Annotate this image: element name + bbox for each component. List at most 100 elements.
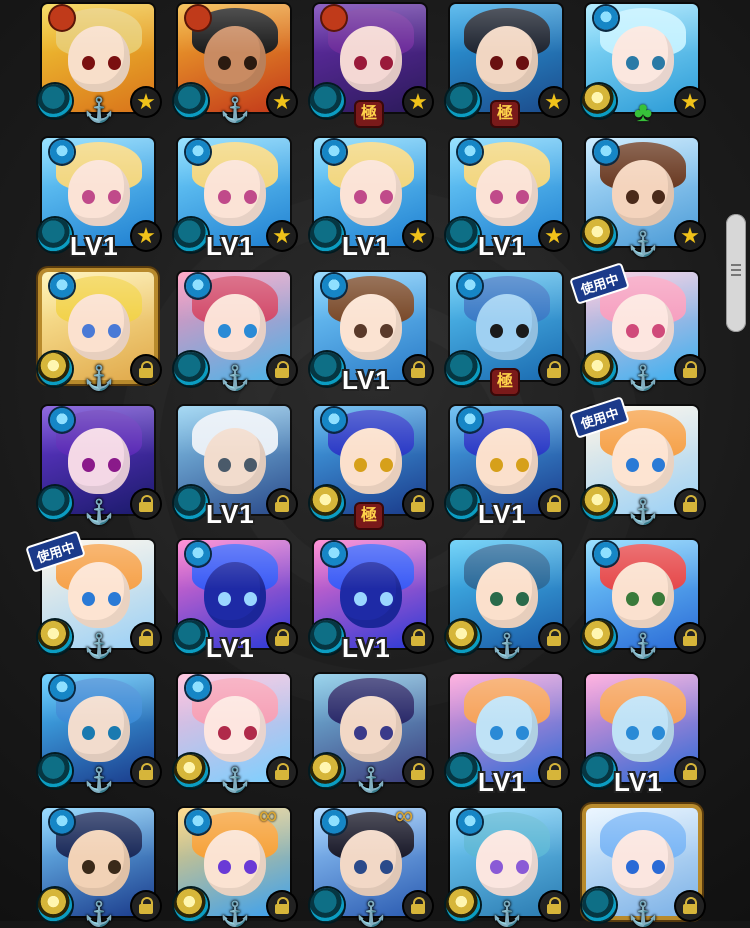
water-element-badge-icon	[322, 140, 346, 164]
scrollbar-thumb[interactable]	[726, 214, 746, 332]
clover-icon: ♣	[633, 96, 653, 127]
monster-card[interactable]: 極 ★	[310, 4, 432, 126]
monster-card[interactable]: LV1 ★	[310, 138, 432, 261]
monster-card[interactable]: ⚓ 使用中	[25, 530, 160, 660]
portrait-shine	[450, 540, 562, 589]
monster-card[interactable]: LV1	[582, 674, 704, 797]
portrait-eye	[244, 592, 257, 606]
monster-card[interactable]: ⚓ ★	[38, 4, 160, 124]
anchor-icon: ⚓	[84, 499, 114, 526]
portrait-eye	[380, 190, 393, 204]
lock-icon	[540, 624, 568, 652]
portrait-eye	[82, 324, 95, 338]
monster-card[interactable]: LV1 ★	[38, 138, 160, 261]
portrait-eye	[380, 726, 393, 740]
water-element-badge-icon	[186, 676, 210, 700]
portrait-eye	[82, 726, 95, 740]
monster-card[interactable]: ⚓	[38, 808, 160, 928]
portrait-eye	[652, 458, 665, 472]
monster-card[interactable]: ⚓	[446, 808, 568, 928]
star-icon: ★	[132, 88, 160, 116]
portrait-eye	[244, 324, 257, 338]
water-element-icon	[38, 486, 72, 520]
anchor-icon: ⚓	[220, 365, 250, 392]
monster-card[interactable]: ⚓	[446, 540, 568, 660]
rank-badge-icon	[186, 6, 210, 30]
monster-card[interactable]: ⚓ ∞	[310, 802, 432, 928]
rank-badge-icon	[322, 6, 346, 30]
portrait-eye	[652, 324, 665, 338]
lock-icon	[404, 356, 432, 384]
level-label: LV1	[206, 633, 255, 663]
monster-card[interactable]: ⚓	[582, 540, 704, 660]
water-element-icon	[446, 754, 480, 788]
water-element-icon	[446, 218, 480, 252]
monster-card[interactable]: ⚓	[38, 674, 160, 794]
portrait-eye	[218, 458, 231, 472]
anchor-icon: ⚓	[220, 901, 250, 928]
anchor-icon: ⚓	[84, 767, 114, 794]
portrait-eye	[82, 190, 95, 204]
water-element-badge-icon	[50, 274, 74, 298]
water-element-badge-icon	[186, 140, 210, 164]
portrait-eye	[490, 190, 503, 204]
level-label: LV1	[342, 633, 391, 663]
portrait-eye	[516, 190, 529, 204]
monster-card[interactable]: ⚓	[174, 272, 296, 392]
water-element-badge-icon	[322, 810, 346, 834]
water-element-icon	[582, 888, 616, 922]
portrait-eye	[652, 726, 665, 740]
water-element-badge-icon	[322, 274, 346, 298]
star-icon: ★	[268, 88, 296, 116]
monster-card[interactable]: 極	[310, 406, 432, 528]
portrait-eye	[354, 56, 367, 70]
lock-icon	[268, 490, 296, 518]
portrait-eye	[82, 592, 95, 606]
monster-card[interactable]: ⚓ ∞	[174, 802, 296, 928]
water-element-badge-icon	[458, 140, 482, 164]
monster-card[interactable]: ⚓	[310, 674, 432, 794]
lock-icon	[676, 356, 704, 384]
monster-card[interactable]: ⚓ 使用中	[569, 396, 704, 526]
portrait-eye	[82, 458, 95, 472]
anchor-icon: ⚓	[84, 901, 114, 928]
monster-card[interactable]: ♣ ★	[582, 4, 704, 126]
kiwami-badge: 極	[356, 504, 382, 528]
water-element-icon	[174, 352, 208, 386]
portrait-eye	[380, 458, 393, 472]
monster-card[interactable]: LV1 ★	[446, 138, 568, 261]
scrollbar-grip-icon	[731, 264, 741, 266]
portrait-eye	[218, 726, 231, 740]
monster-card[interactable]: LV1 ★	[174, 138, 296, 261]
monster-card[interactable]: ⚓ 使用中	[569, 262, 704, 392]
star-icon: ★	[676, 222, 704, 250]
level-label: LV1	[478, 767, 527, 797]
luck-skill-icon	[310, 486, 344, 520]
monster-card[interactable]: 極	[446, 272, 568, 394]
monster-card[interactable]: LV1	[174, 406, 296, 529]
monster-card[interactable]: ⚓	[38, 406, 160, 526]
lock-icon	[676, 892, 704, 920]
water-element-badge-icon	[458, 274, 482, 298]
portrait-eye	[516, 860, 529, 874]
portrait-eye	[380, 592, 393, 606]
monster-card[interactable]: LV1	[310, 272, 432, 395]
monster-card[interactable]: ⚓	[38, 272, 160, 392]
lock-icon	[404, 624, 432, 652]
monster-card[interactable]: LV1	[446, 674, 568, 797]
lock-icon	[268, 356, 296, 384]
monster-card[interactable]: LV1	[310, 540, 432, 663]
star-icon: ★	[404, 222, 432, 250]
lock-icon	[540, 758, 568, 786]
monster-card[interactable]: ⚓ ★	[582, 138, 704, 258]
monster-card[interactable]: ⚓ ★	[174, 4, 296, 124]
water-element-icon	[310, 84, 344, 118]
monster-card[interactable]: LV1	[174, 540, 296, 663]
monster-card[interactable]: ⚓	[174, 674, 296, 794]
monster-card[interactable]: LV1	[446, 406, 568, 529]
monster-card[interactable]: ⚓	[582, 808, 704, 928]
portrait-eye	[516, 458, 529, 472]
portrait-eye	[626, 324, 639, 338]
monster-card[interactable]: 極 ★	[446, 4, 568, 126]
portrait-eye	[244, 860, 257, 874]
